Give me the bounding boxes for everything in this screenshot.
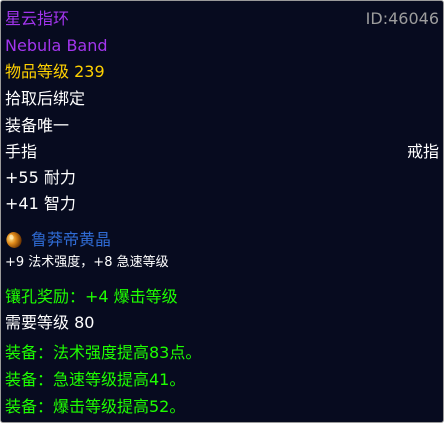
item-id: ID:46046 — [365, 9, 439, 28]
item-name: 星云指环 — [5, 9, 70, 28]
stat-intellect: +41 智力 — [5, 194, 76, 213]
item-name-row: 星云指环 ID:46046 — [5, 9, 439, 29]
equip-effect-haste: 装备：急速等级提高41。 — [5, 370, 186, 389]
gem-socket: 鲁莽帝黄晶 — [5, 230, 111, 250]
gem-bonus: +9 法术强度，+8 急速等级 — [5, 255, 169, 270]
item-english-name: Nebula Band — [5, 36, 108, 55]
stat-stamina: +55 耐力 — [5, 168, 76, 187]
unique-text: 装备唯一 — [5, 116, 70, 135]
required-level: 需要等级 80 — [5, 313, 95, 332]
bind-text: 拾取后绑定 — [5, 89, 86, 108]
gem-name: 鲁莽帝黄晶 — [31, 230, 112, 249]
equip-effect-spell-power: 装备：法术强度提高83点。 — [5, 343, 202, 362]
socket-bonus: 镶孔奖励：+4 爆击等级 — [5, 287, 178, 306]
item-slot: 手指 — [5, 142, 38, 161]
item-level: 物品等级 239 — [5, 62, 105, 81]
gem-icon — [6, 232, 22, 248]
item-type: 戒指 — [406, 142, 439, 161]
slot-row: 手指 戒指 — [5, 142, 439, 162]
item-tooltip: 星云指环 ID:46046 Nebula Band 物品等级 239 拾取后绑定… — [0, 0, 444, 423]
equip-effect-crit: 装备：爆击等级提高52。 — [5, 397, 186, 416]
